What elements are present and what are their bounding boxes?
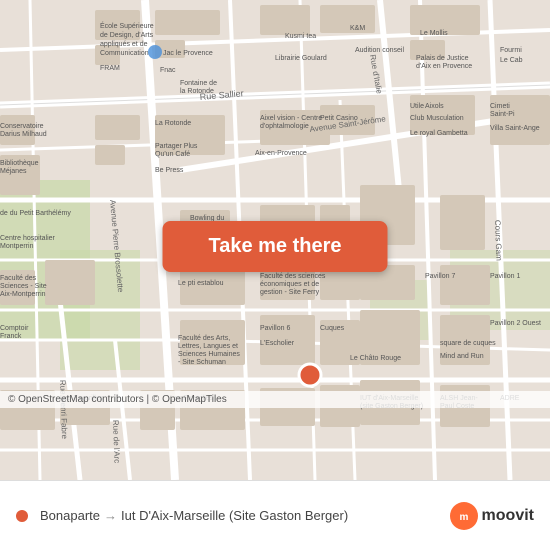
svg-text:Aix-Montperrin: Aix-Montperrin xyxy=(0,291,46,298)
map-container: Rue Sallier Avenue Pierre Brossolette Av… xyxy=(0,0,550,480)
svg-text:Villa Saint-Ange: Villa Saint-Ange xyxy=(490,125,540,132)
svg-text:- Site Schuman: - Site Schuman xyxy=(178,359,226,366)
svg-text:Partager Plus: Partager Plus xyxy=(155,143,198,150)
svg-text:Faculté des sciences: Faculté des sciences xyxy=(260,273,326,280)
svg-text:Audition conseil: Audition conseil xyxy=(355,47,404,54)
svg-text:Darius Milhaud: Darius Milhaud xyxy=(0,131,47,138)
route-from: Bonaparte xyxy=(40,508,100,523)
svg-text:Palais de Justice: Palais de Justice xyxy=(416,55,469,62)
svg-text:Jac le Provence: Jac le Provence xyxy=(163,50,213,57)
svg-text:Rue de l'Arc: Rue de l'Arc xyxy=(111,420,122,464)
svg-text:La Rotonde: La Rotonde xyxy=(155,120,191,127)
svg-text:Cours Gam: Cours Gam xyxy=(493,220,503,262)
svg-text:Le Châto Rouge: Le Châto Rouge xyxy=(350,355,401,362)
svg-text:K&M: K&M xyxy=(350,25,365,32)
svg-text:Qu'un Café: Qu'un Café xyxy=(155,151,190,158)
route-single-line: Bonaparte → Iut D'Aix-Marseille (Site Ga… xyxy=(40,508,348,523)
svg-text:Saint-Pi: Saint-Pi xyxy=(490,111,515,118)
svg-text:Le Mollis: Le Mollis xyxy=(420,30,448,37)
svg-text:Méjanes: Méjanes xyxy=(0,168,27,175)
svg-text:la Rotonde: la Rotonde xyxy=(180,88,214,95)
svg-text:Be Press: Be Press xyxy=(155,167,184,174)
svg-text:Comptoir: Comptoir xyxy=(0,325,29,332)
svg-text:Fourmi: Fourmi xyxy=(500,47,522,54)
svg-text:Montperrin: Montperrin xyxy=(0,243,34,250)
svg-text:square de cuques: square de cuques xyxy=(440,340,496,347)
svg-text:Librairie Goulard: Librairie Goulard xyxy=(275,55,327,62)
svg-text:Le Cab: Le Cab xyxy=(500,57,523,64)
svg-text:Cimeti: Cimeti xyxy=(490,103,510,110)
svg-text:Utile: Utile xyxy=(410,103,424,110)
svg-text:Franck: Franck xyxy=(0,333,22,340)
route-info: Bonaparte → Iut D'Aix-Marseille (Site Ga… xyxy=(16,508,450,523)
moovit-brand-text: moovit xyxy=(482,507,534,525)
svg-text:Sciences Humaines: Sciences Humaines xyxy=(178,351,240,358)
map-attribution: © OpenStreetMap contributors | © OpenMap… xyxy=(0,391,550,408)
svg-text:gestion - Site Ferry: gestion - Site Ferry xyxy=(260,289,320,296)
svg-text:Aix-en-Provence: Aix-en-Provence xyxy=(255,150,307,157)
moovit-icon: m xyxy=(450,502,478,530)
svg-text:Lettres, Langues et: Lettres, Langues et xyxy=(178,343,238,350)
svg-text:Aixols: Aixols xyxy=(425,103,444,110)
svg-text:Aixel vision - Centre: Aixel vision - Centre xyxy=(260,115,322,122)
svg-text:FRAM: FRAM xyxy=(100,65,120,72)
svg-text:appliqués et de: appliqués et de xyxy=(100,41,148,48)
svg-text:Faculté des Arts,: Faculté des Arts, xyxy=(178,335,230,342)
svg-text:de du Petit Barthélémy: de du Petit Barthélémy xyxy=(0,210,71,217)
take-me-there-button[interactable]: Take me there xyxy=(163,221,388,272)
moovit-logo: m moovit xyxy=(450,502,534,530)
svg-text:Pavillon 7: Pavillon 7 xyxy=(425,273,455,280)
svg-text:Centre hospitalier: Centre hospitalier xyxy=(0,235,56,242)
svg-text:Pavillon 1: Pavillon 1 xyxy=(490,273,520,280)
svg-text:L'Escholier: L'Escholier xyxy=(260,340,295,347)
svg-text:Fnac: Fnac xyxy=(160,67,176,74)
svg-text:d'Aix en Provence: d'Aix en Provence xyxy=(416,63,472,70)
svg-text:Pavillon 2 Ouest: Pavillon 2 Ouest xyxy=(490,320,541,327)
svg-text:Fontaine de: Fontaine de xyxy=(180,80,217,87)
svg-text:Le pti establou: Le pti establou xyxy=(178,280,224,287)
svg-text:Sciences - Site: Sciences - Site xyxy=(0,283,47,290)
svg-text:Le royal Gambetta: Le royal Gambetta xyxy=(410,130,468,137)
svg-text:de Design, d'Arts: de Design, d'Arts xyxy=(100,32,154,39)
route-dot xyxy=(16,510,28,522)
svg-text:Mind and Run: Mind and Run xyxy=(440,353,484,360)
svg-text:Cuques: Cuques xyxy=(320,325,345,332)
route-arrow: → xyxy=(104,508,117,523)
route-to: Iut D'Aix-Marseille (Site Gaston Berger) xyxy=(121,508,348,523)
svg-text:Pavillon 6: Pavillon 6 xyxy=(260,325,290,332)
svg-text:Conservatoire: Conservatoire xyxy=(0,123,44,130)
svg-text:d'ophtalmologie: d'ophtalmologie xyxy=(260,123,309,130)
svg-text:m: m xyxy=(459,512,468,523)
svg-text:École Supérieure: École Supérieure xyxy=(100,21,154,30)
svg-text:Club Musculation: Club Musculation xyxy=(410,115,464,122)
svg-text:Bibliothèque: Bibliothèque xyxy=(0,160,39,167)
svg-text:Kusmi tea: Kusmi tea xyxy=(285,33,316,40)
svg-text:Communication: Communication xyxy=(100,50,149,57)
svg-text:Faculté des: Faculté des xyxy=(0,275,37,282)
svg-text:économiques et de: économiques et de xyxy=(260,281,319,288)
bottom-bar: Bonaparte → Iut D'Aix-Marseille (Site Ga… xyxy=(0,480,550,550)
svg-text:Petit Casino: Petit Casino xyxy=(320,115,358,122)
moovit-brand-icon: m xyxy=(455,507,473,525)
